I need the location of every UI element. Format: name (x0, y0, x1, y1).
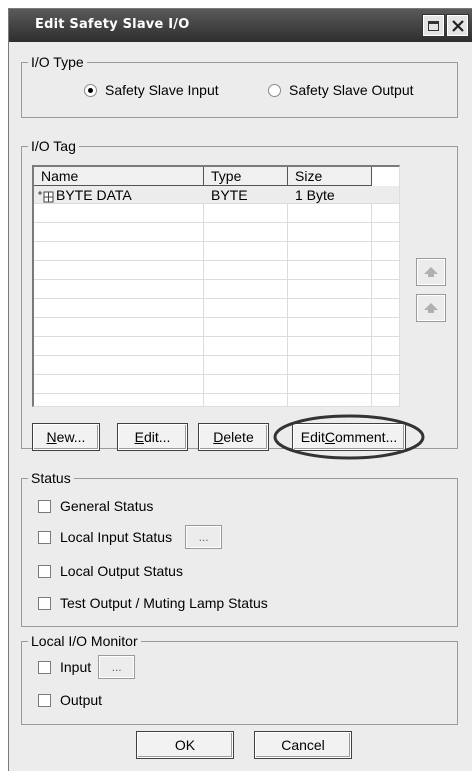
close-icon (451, 19, 464, 32)
tag-type-cell: BYTE (211, 187, 248, 203)
checkbox[interactable] (38, 530, 51, 544)
empty-row (34, 300, 399, 318)
empty-row (34, 357, 399, 375)
checkbox-label: Local Output Status (60, 563, 183, 579)
empty-row (34, 205, 399, 223)
tag-size-cell: 1 Byte (295, 187, 335, 203)
highlight-ellipse (273, 414, 425, 460)
empty-row (34, 281, 399, 299)
checkbox-monitor-output[interactable]: Output (38, 692, 102, 708)
radio-button-selected[interactable] (84, 83, 97, 97)
radio-button[interactable] (268, 83, 281, 97)
checkbox[interactable] (38, 693, 51, 707)
close-button[interactable] (446, 14, 469, 37)
empty-row (34, 376, 399, 394)
title-bar[interactable]: Edit Safety Slave I/O (9, 9, 472, 42)
checkbox-general-status[interactable]: General Status (38, 498, 153, 514)
move-up-button[interactable] (416, 258, 446, 286)
arrow-up-icon (424, 267, 438, 277)
checkbox-local-input-status[interactable]: Local Input Status ... (38, 525, 223, 549)
checkbox[interactable] (38, 596, 51, 610)
tag-name-cell: BYTE DATA (56, 187, 132, 203)
checkbox-monitor-input[interactable]: Input ... (38, 655, 136, 679)
checkbox-label: Input (60, 659, 92, 675)
window-title: Edit Safety Slave I/O (35, 17, 190, 32)
column-header-name[interactable]: Name (34, 167, 204, 186)
local-input-status-settings-button[interactable]: ... (185, 525, 223, 549)
checkbox-label: General Status (60, 498, 154, 514)
radio-safety-slave-output[interactable]: Safety Slave Output (268, 82, 414, 98)
empty-row (34, 338, 399, 356)
table-row[interactable]: BYTE DATA BYTE 1 Byte (34, 186, 399, 204)
io-tag-label: I/O Tag (28, 137, 79, 155)
move-down-button[interactable] (416, 294, 446, 322)
maximize-icon (428, 20, 439, 31)
io-tag-group: I/O Tag Name Type Size BYTE DATA BYTE 1 … (21, 137, 458, 460)
io-tag-list[interactable]: Name Type Size BYTE DATA BYTE 1 Byte (32, 165, 400, 407)
maximize-button[interactable] (422, 14, 445, 37)
edit-button[interactable]: Edit... (117, 423, 188, 451)
empty-row (34, 224, 399, 242)
checkbox-local-output-status[interactable]: Local Output Status (38, 563, 183, 579)
empty-row (34, 243, 399, 261)
checkbox-label: Output (60, 692, 103, 708)
ok-button[interactable]: OK (136, 731, 234, 759)
checkbox[interactable] (38, 499, 51, 513)
radio-label-output: Safety Slave Output (289, 82, 414, 98)
dialog-window: Edit Safety Slave I/O I/O Type Safety Sl… (8, 8, 472, 771)
monitor-label: Local I/O Monitor (28, 632, 141, 650)
delete-button[interactable]: Delete (198, 423, 269, 451)
radio-label-input: Safety Slave Input (105, 82, 219, 98)
io-type-label: I/O Type (28, 53, 87, 71)
local-io-monitor-group: Local I/O Monitor Input ... Output (21, 632, 458, 725)
new-button[interactable]: New... (32, 423, 100, 451)
radio-safety-slave-input[interactable]: Safety Slave Input (84, 82, 219, 98)
checkbox-label: Local Input Status (60, 529, 173, 545)
checkbox-label: Test Output / Muting Lamp Status (60, 595, 268, 611)
checkbox[interactable] (38, 564, 51, 578)
checkbox-test-output-muting[interactable]: Test Output / Muting Lamp Status (38, 595, 268, 611)
empty-row (34, 262, 399, 280)
cancel-button[interactable]: Cancel (254, 731, 352, 759)
status-group: Status General Status Local Input Status… (21, 469, 458, 627)
status-label: Status (28, 469, 74, 487)
column-header-size[interactable]: Size (288, 167, 372, 186)
monitor-input-settings-button[interactable]: ... (98, 655, 136, 679)
empty-row (34, 319, 399, 337)
column-header-type[interactable]: Type (204, 167, 288, 186)
list-header: Name Type Size (34, 167, 399, 186)
io-type-group: I/O Type Safety Slave Input Safety Slave… (21, 53, 458, 118)
arrow-down-icon (424, 303, 438, 313)
checkbox[interactable] (38, 660, 51, 674)
